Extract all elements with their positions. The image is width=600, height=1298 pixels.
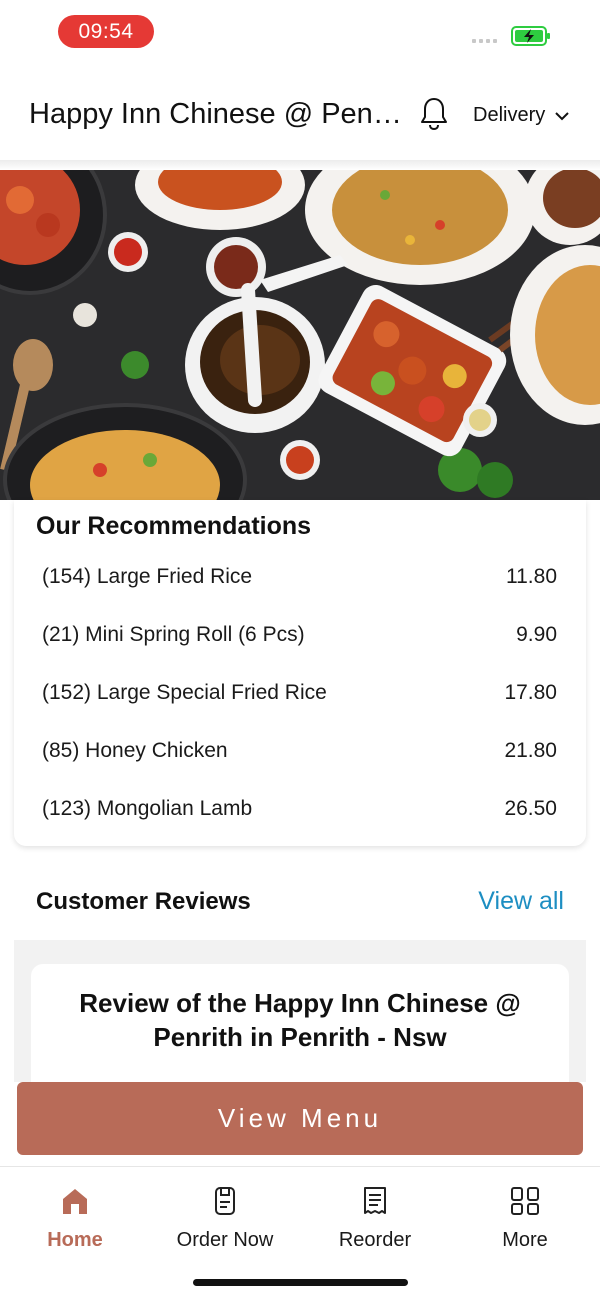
chevron-down-icon [555, 111, 569, 120]
reviews-header: Customer Reviews View all [14, 862, 586, 940]
review-heading: Review of the Happy Inn Chinese @ Penrit… [79, 988, 521, 1052]
header-divider [0, 160, 600, 170]
item-name: (152) Large Special Fried Rice [42, 681, 327, 704]
status-time: 09:54 [58, 15, 154, 48]
customer-reviews-section: Customer Reviews View all Review of the … [14, 862, 586, 1094]
bell-icon[interactable] [418, 96, 450, 132]
recommendations-title: Our Recommendations [36, 512, 312, 540]
order-type-label: Delivery [473, 104, 546, 126]
item-price: 26.50 [504, 797, 557, 820]
item-price: 17.80 [504, 681, 557, 704]
recommendations-card: Our Recommendations (154) Large Fried Ri… [14, 500, 586, 846]
list-item[interactable]: (85) Honey Chicken 21.80 [42, 739, 557, 763]
hero-food-image [0, 170, 600, 500]
item-name: (21) Mini Spring Roll (6 Pcs) [42, 623, 305, 646]
tab-reorder[interactable]: Reorder [300, 1185, 450, 1252]
restaurant-name[interactable]: Happy Inn Chinese @ Penrith [29, 98, 404, 131]
battery-icon [511, 26, 550, 46]
item-name: (123) Mongolian Lamb [42, 797, 253, 820]
list-item[interactable]: (152) Large Special Fried Rice 17.80 [42, 681, 557, 705]
tab-order-now[interactable]: Order Now [150, 1185, 300, 1252]
reviews-title: Customer Reviews [36, 888, 251, 915]
status-bar: 09:54 [0, 0, 600, 70]
order-icon [215, 1187, 235, 1215]
grid-icon [511, 1187, 539, 1215]
list-item[interactable]: (123) Mongolian Lamb 26.50 [42, 797, 557, 821]
item-name: (85) Honey Chicken [42, 739, 228, 762]
order-type-dropdown[interactable]: Delivery [473, 104, 569, 127]
tab-more[interactable]: More [450, 1185, 600, 1252]
tab-label: Order Now [176, 1229, 274, 1251]
app-header: Happy Inn Chinese @ Penrith Delivery [0, 70, 600, 162]
tab-label: More [502, 1229, 548, 1251]
home-icon [63, 1189, 87, 1214]
signal-icon [472, 39, 497, 43]
item-name: (154) Large Fried Rice [42, 565, 253, 588]
view-all-link[interactable]: View all [478, 887, 564, 916]
item-price: 11.80 [506, 565, 557, 588]
list-item[interactable]: (154) Large Fried Rice 11.80 [42, 565, 557, 589]
home-indicator [193, 1279, 408, 1286]
tab-label: Reorder [338, 1229, 412, 1251]
receipt-icon [364, 1187, 386, 1214]
item-price: 21.80 [504, 739, 557, 762]
view-menu-button[interactable]: View Menu [17, 1082, 583, 1155]
item-price: 9.90 [516, 623, 557, 646]
review-card[interactable]: Review of the Happy Inn Chinese @ Penrit… [31, 964, 569, 1094]
tab-label: Home [47, 1229, 103, 1251]
tab-home[interactable]: Home [0, 1185, 150, 1252]
list-item[interactable]: (21) Mini Spring Roll (6 Pcs) 9.90 [42, 623, 557, 647]
